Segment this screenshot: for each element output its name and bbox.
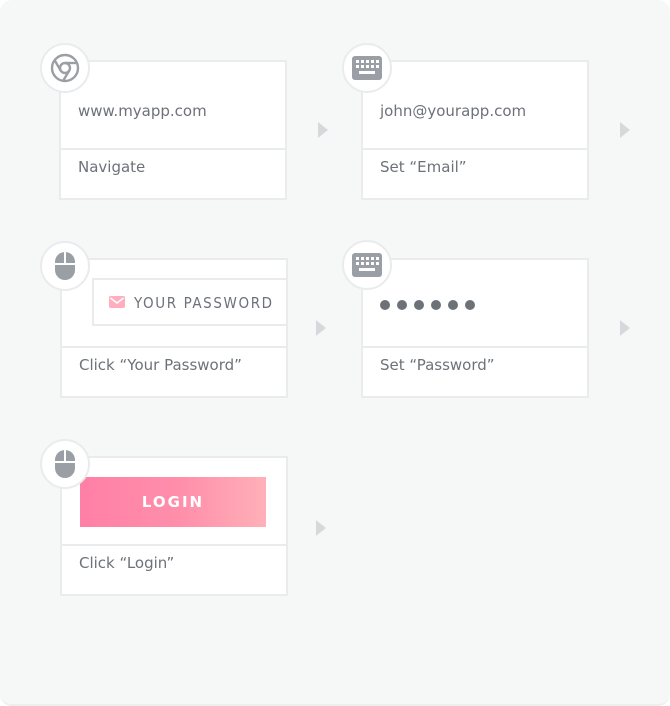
keyboard-icon	[342, 240, 392, 290]
step-caption: Navigate	[78, 158, 146, 176]
step-preview: john@yourapp.com	[363, 62, 587, 150]
step-preview: YOUR PASSWORD	[62, 260, 286, 348]
step-card-click-login[interactable]: LOGIN Click “Login”	[60, 456, 288, 596]
step-card-navigate[interactable]: www.myapp.com Navigate	[59, 60, 287, 200]
arrow-right-icon	[318, 122, 328, 138]
step-caption: Click “Login”	[79, 554, 175, 572]
step-caption: Set “Password”	[380, 356, 495, 374]
step-preview	[363, 260, 587, 348]
step-preview: www.myapp.com	[61, 62, 285, 150]
step-preview: LOGIN	[62, 458, 286, 546]
keyboard-icon	[342, 43, 392, 93]
email-text: john@yourapp.com	[380, 102, 527, 120]
step-caption: Set “Email”	[380, 158, 467, 176]
password-field[interactable]: YOUR PASSWORD	[92, 278, 286, 326]
mouse-icon	[40, 241, 90, 291]
step-card-set-email[interactable]: john@yourapp.com Set “Email”	[361, 60, 589, 200]
login-button[interactable]: LOGIN	[80, 477, 266, 527]
arrow-right-icon	[620, 122, 630, 138]
mouse-icon	[40, 439, 90, 489]
chrome-icon	[40, 43, 90, 93]
step-card-set-password[interactable]: Set “Password”	[361, 258, 589, 398]
step-card-click-password[interactable]: YOUR PASSWORD Click “Your Password”	[60, 258, 288, 398]
password-field-label: YOUR PASSWORD	[134, 294, 274, 312]
step-caption: Click “Your Password”	[79, 356, 242, 374]
url-text: www.myapp.com	[78, 102, 207, 120]
steps-panel: www.myapp.com Navigate john@yourapp.com …	[0, 0, 670, 706]
password-dots	[380, 300, 475, 310]
arrow-right-icon	[316, 320, 326, 336]
arrow-right-icon	[316, 520, 326, 536]
mail-icon	[109, 296, 125, 308]
arrow-right-icon	[620, 320, 630, 336]
